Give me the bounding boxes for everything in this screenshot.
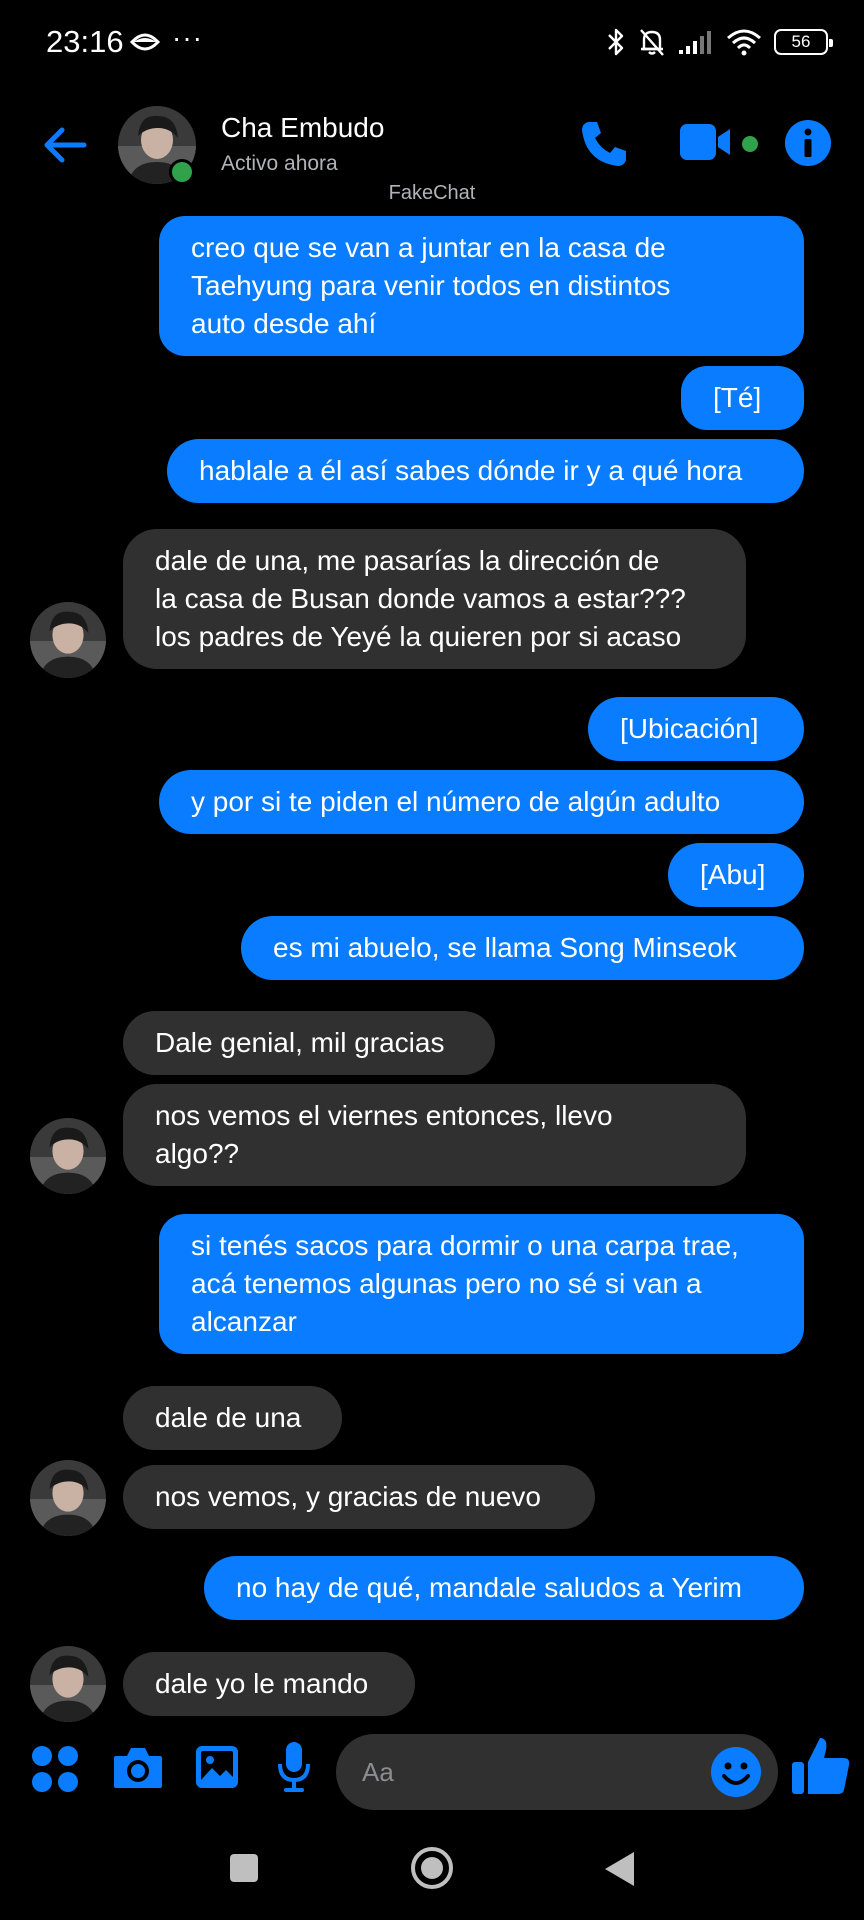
thumbs-up-icon[interactable] <box>790 1734 852 1798</box>
phone-icon[interactable] <box>578 118 630 170</box>
sent-message-bubble[interactable]: es mi abuelo, se llama Song Minseok <box>241 916 804 980</box>
recents-square-icon[interactable] <box>228 1852 260 1884</box>
battery-level: 56 <box>791 32 811 51</box>
sent-message-bubble[interactable]: [Té] <box>681 366 804 430</box>
sender-avatar[interactable] <box>30 1460 106 1536</box>
contact-status: Activo ahora <box>221 152 338 175</box>
video-camera-icon[interactable] <box>678 120 736 164</box>
message-text-line: [Té] <box>713 382 762 413</box>
battery-icon: 56 <box>774 29 833 55</box>
watermark: FakeChat <box>388 182 476 204</box>
composer <box>0 1730 864 1814</box>
status-bar: 23:16 ··· 56 <box>0 0 864 86</box>
camera-icon[interactable] <box>112 1744 164 1792</box>
sender-avatar[interactable] <box>30 602 106 678</box>
sent-message-bubble[interactable]: si tenés sacos para dormir o una carpa t… <box>159 1214 804 1354</box>
received-message-bubble[interactable]: nos vemos, y gracias de nuevo <box>123 1465 595 1529</box>
received-message-bubble[interactable]: Dale genial, mil gracias <box>123 1011 495 1075</box>
message-text-line: [Abu] <box>700 859 766 890</box>
bluetooth-icon <box>608 28 624 56</box>
message-text-line: es mi abuelo, se llama Song Minseok <box>273 932 737 963</box>
signal-icon <box>679 31 711 54</box>
back-triangle-icon[interactable] <box>602 1850 636 1888</box>
info-icon[interactable] <box>784 119 832 167</box>
status-icons: 56 <box>606 24 833 60</box>
system-nav-bar <box>0 1830 864 1920</box>
smiley-icon[interactable] <box>710 1746 762 1798</box>
status-time: 23:16 <box>46 24 124 59</box>
message-text-line: algo?? <box>155 1138 240 1169</box>
message-text-line: dale de una <box>155 1402 302 1433</box>
eye-icon <box>130 33 160 51</box>
video-active-dot <box>742 136 758 152</box>
grid-dots-icon[interactable] <box>30 1744 80 1794</box>
message-text-line: nos vemos, y gracias de nuevo <box>155 1481 541 1512</box>
received-message-bubble[interactable]: dale de una, me pasarías la dirección de… <box>123 529 746 669</box>
message-text-line: nos vemos el viernes entonces, llevo <box>155 1100 613 1131</box>
sender-avatar[interactable] <box>30 1118 106 1194</box>
image-icon[interactable] <box>194 1744 240 1790</box>
message-text-line: alcanzar <box>191 1306 297 1337</box>
message-text-line: creo que se van a juntar en la casa de <box>191 232 666 263</box>
wifi-icon <box>727 29 761 56</box>
muted-bell-icon <box>640 29 664 56</box>
message-input[interactable] <box>362 1734 702 1810</box>
message-text-line: hablale a él así sabes dónde ir y a qué … <box>199 455 743 486</box>
sent-message-bubble[interactable]: [Abu] <box>668 843 804 907</box>
sent-message-bubble[interactable]: creo que se van a juntar en la casa de Ta… <box>159 216 804 356</box>
message-text-line: auto desde ahí <box>191 308 377 339</box>
home-circle-icon[interactable] <box>410 1846 454 1890</box>
received-message-bubble[interactable]: nos vemos el viernes entonces, llevo algo… <box>123 1084 746 1186</box>
message-text-line: los padres de Yeyé la quieren por si aca… <box>155 621 682 652</box>
message-text-line: dale de una, me pasarías la dirección de <box>155 545 660 576</box>
received-message-bubble[interactable]: dale yo le mando <box>123 1652 415 1716</box>
message-text-line: Taehyung para venir todos en distintos <box>191 270 671 301</box>
message-input-box[interactable] <box>336 1734 778 1810</box>
message-text-line: y por si te piden el número de algún adu… <box>191 786 721 817</box>
microphone-icon[interactable] <box>276 1740 312 1794</box>
sender-avatar[interactable] <box>30 1646 106 1722</box>
sent-message-bubble[interactable]: no hay de qué, mandale saludos a Yerim <box>204 1556 804 1620</box>
sent-message-bubble[interactable]: hablale a él así sabes dónde ir y a qué … <box>167 439 804 503</box>
message-text-line: Dale genial, mil gracias <box>155 1027 445 1058</box>
received-message-bubble[interactable]: dale de una <box>123 1386 342 1450</box>
sent-message-bubble[interactable]: [Ubicación] <box>588 697 804 761</box>
arrow-left-icon[interactable] <box>40 120 90 170</box>
more-notifications-icon: ··· <box>172 22 203 53</box>
message-text-line: acá tenemos algunas pero no sé si van a <box>191 1268 702 1299</box>
message-text-line: dale yo le mando <box>155 1668 369 1699</box>
contact-name[interactable]: Cha Embudo <box>221 112 384 144</box>
message-text-line: [Ubicación] <box>620 713 759 744</box>
sent-message-bubble[interactable]: y por si te piden el número de algún adu… <box>159 770 804 834</box>
message-text-line: no hay de qué, mandale saludos a Yerim <box>236 1572 742 1603</box>
message-text-line: si tenés sacos para dormir o una carpa t… <box>191 1230 739 1261</box>
message-text-line: la casa de Busan donde vamos a estar??? <box>155 583 686 614</box>
